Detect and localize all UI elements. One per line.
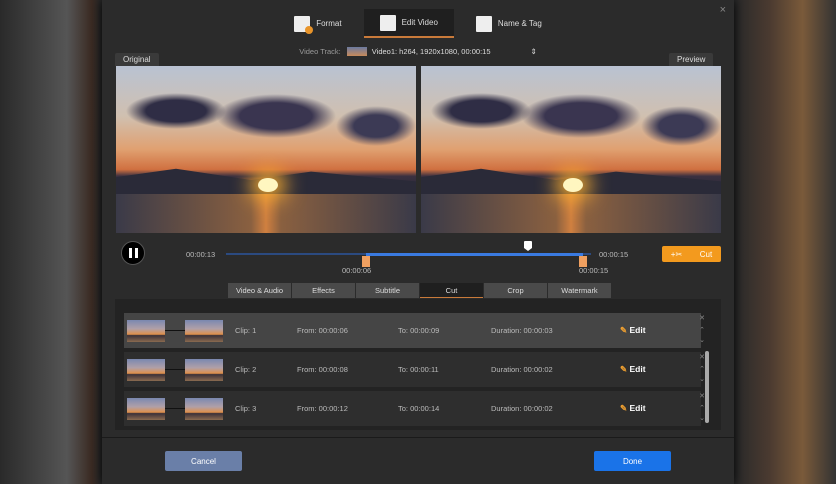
clip-list-scrollbar[interactable] <box>705 351 709 423</box>
footer-divider <box>102 437 734 438</box>
clip-to: To: 00:00:11 <box>398 365 439 374</box>
end-marker-time: 00:00:15 <box>579 266 609 275</box>
delete-icon[interactable]: ✕ <box>697 314 707 324</box>
clip-number: Clip: 3 <box>235 404 257 413</box>
clip-list: Clip: 1 From: 00:00:06 To: 00:00:09 Dura… <box>115 299 721 430</box>
tab-format[interactable]: Format <box>278 9 357 38</box>
clip-row[interactable]: Clip: 2 From: 00:00:08 To: 00:00:11 Dura… <box>124 352 705 387</box>
clip-end-thumbnail <box>185 397 223 420</box>
edit-button[interactable]: ✎ Edit <box>620 364 646 375</box>
tab-label: Edit Video <box>401 18 438 27</box>
clip-number: Clip: 2 <box>235 365 257 374</box>
move-down-icon[interactable]: ⌄ <box>697 336 707 346</box>
cut-label: Cut <box>699 249 713 259</box>
clip-duration: Duration: 00:00:03 <box>491 326 553 335</box>
clip-duration: Duration: 00:00:02 <box>491 365 553 374</box>
video-track-select[interactable]: Video1: h264, 1920x1080, 00:00:15 ⇕ <box>346 47 537 56</box>
pause-icon <box>128 248 132 258</box>
edit-button[interactable]: ✎ Edit <box>620 403 646 414</box>
subtab-subtitle[interactable]: Subtitle <box>356 283 419 298</box>
track-thumbnail <box>346 47 367 56</box>
clip-row[interactable]: Clip: 3 From: 00:00:12 To: 00:00:14 Dura… <box>124 391 705 426</box>
subtab-cut[interactable]: Cut <box>420 283 483 298</box>
clip-duration: Duration: 00:00:02 <box>491 404 553 413</box>
selected-range <box>366 252 583 256</box>
top-tabs: Format Edit Video Name & Tag <box>102 9 734 38</box>
clip-number: Clip: 1 <box>235 326 257 335</box>
subtab-watermark[interactable]: Watermark <box>548 283 611 298</box>
clip-from: From: 00:00:06 <box>297 326 348 335</box>
subtab-effects[interactable]: Effects <box>292 283 355 298</box>
preview-video <box>421 66 721 233</box>
cut-button[interactable]: +✂ Cut <box>662 246 721 262</box>
clip-end-thumbnail <box>185 319 223 342</box>
move-up-icon[interactable]: ⌃ <box>697 326 707 336</box>
pencil-icon: ✎ <box>620 364 628 374</box>
video-track-label: Video Track: <box>299 47 341 56</box>
clip-from: From: 00:00:08 <box>297 365 348 374</box>
clip-start-thumbnail <box>127 319 165 342</box>
clip-to: To: 00:00:09 <box>398 326 440 335</box>
tab-label: Format <box>316 19 342 28</box>
edit-video-icon <box>379 14 396 31</box>
pencil-icon: ✎ <box>620 403 628 413</box>
clip-start-thumbnail <box>127 397 165 420</box>
clip-from: From: 00:00:12 <box>297 404 348 413</box>
tab-name-tag[interactable]: Name & Tag <box>460 9 558 38</box>
subtab-video-audio[interactable]: Video & Audio <box>228 283 291 298</box>
video-track-value: Video1: h264, 1920x1080, 00:00:15 <box>371 47 491 56</box>
tab-edit-video[interactable]: Edit Video <box>363 9 454 38</box>
edit-subtabs: Video & Audio Effects Subtitle Cut Crop … <box>228 283 611 298</box>
timeline-slider[interactable] <box>226 252 591 256</box>
done-button[interactable]: Done <box>594 451 671 471</box>
updown-icon: ⇕ <box>530 47 537 56</box>
clip-to: To: 00:00:14 <box>398 404 440 413</box>
tab-label: Name & Tag <box>497 19 542 28</box>
clip-start-thumbnail <box>127 358 165 381</box>
start-marker-time: 00:00:06 <box>342 266 372 275</box>
subtab-crop[interactable]: Crop <box>484 283 547 298</box>
current-time: 00:00:13 <box>186 250 216 259</box>
pause-button[interactable] <box>121 241 145 265</box>
edit-button[interactable]: ✎ Edit <box>620 325 646 336</box>
cancel-button[interactable]: Cancel <box>165 451 242 471</box>
pencil-icon: ✎ <box>620 325 628 335</box>
clip-end-thumbnail <box>185 358 223 381</box>
preview-label: Preview <box>669 53 714 66</box>
end-time: 00:00:15 <box>599 250 629 259</box>
scissors-icon: +✂ <box>670 249 683 259</box>
original-video <box>116 66 416 233</box>
format-icon <box>294 15 314 34</box>
name-tag-icon <box>475 15 492 32</box>
original-label: Original <box>115 53 159 66</box>
clip-row[interactable]: Clip: 1 From: 00:00:06 To: 00:00:09 Dura… <box>124 313 705 348</box>
